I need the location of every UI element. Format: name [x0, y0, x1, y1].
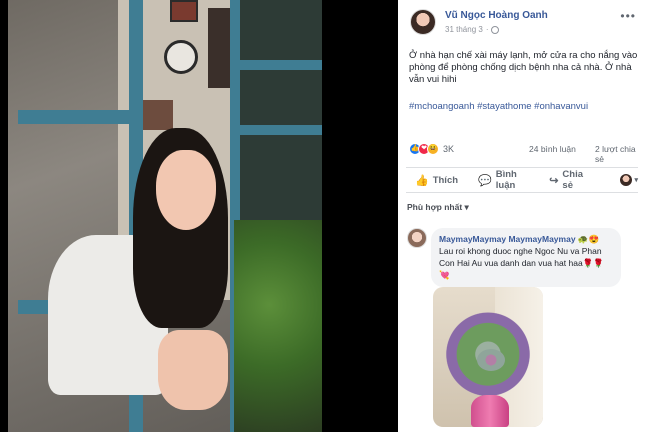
attachment-cabbage: [477, 349, 505, 371]
like-button[interactable]: 👍 Thích: [415, 174, 458, 187]
separator-dot: ·: [485, 25, 489, 34]
reaction-count: 3K: [443, 144, 455, 154]
share-button[interactable]: ↪ Chia sẻ: [549, 169, 592, 191]
post-hashtags[interactable]: #mchoangoanh #stayathome #onhavanvui: [409, 101, 588, 112]
comment-button[interactable]: 💬 Bình luận: [478, 169, 534, 191]
photo-plants: [234, 220, 322, 432]
commenter-avatar[interactable]: [407, 228, 427, 248]
comment-icon: 💬: [478, 174, 492, 187]
comment-count[interactable]: 24 bình luận: [529, 144, 576, 154]
haha-reaction-icon: 😆: [427, 143, 439, 155]
post-header: Vũ Ngọc Hoàng Oanh 31 tháng 3 · •••: [398, 0, 645, 40]
viewer-avatar: [620, 174, 633, 186]
like-label: Thích: [432, 174, 459, 186]
post-text: Ở nhà hạn chế xài máy lạnh, mở cửa ra ch…: [409, 50, 638, 85]
photo-wall-frame: [143, 100, 173, 130]
comment-photo-attachment[interactable]: [433, 287, 543, 427]
photo-wall-clock: [164, 40, 198, 74]
photo-arms: [158, 330, 228, 410]
commenter-emoji: 🐢😍: [575, 234, 600, 244]
post-meta: 31 tháng 3 ·: [445, 25, 500, 34]
comment-text: Lau roi khong duoc nghe Ngoc Nu va Phan …: [439, 246, 604, 280]
thumbs-up-icon: 👍: [415, 174, 429, 187]
comment-sort-dropdown[interactable]: Phù hợp nhất ▾: [407, 202, 469, 213]
reactions-summary[interactable]: 👍 ❤ 😆 3K: [409, 143, 454, 155]
photo-viewer: [0, 0, 398, 432]
author-avatar[interactable]: [410, 9, 436, 35]
photo-face: [156, 150, 216, 230]
globe-icon: [491, 25, 500, 34]
post-timestamp[interactable]: 31 tháng 3: [445, 25, 483, 34]
post-actions: 👍 Thích 💬 Bình luận ↪ Chia sẻ ▾: [406, 167, 638, 193]
post-side-panel: Vũ Ngọc Hoàng Oanh 31 tháng 3 · ••• Ở nh…: [398, 0, 645, 432]
post-stats: 👍 ❤ 😆 3K 24 bình luận 2 lượt chia sẻ: [409, 143, 637, 164]
comment-bubble: MaymayMaymay MaymayMaymay 🐢😍 Lau roi kho…: [431, 228, 621, 287]
share-count[interactable]: 2 lượt chia sẻ: [595, 144, 637, 164]
more-options-icon[interactable]: •••: [620, 9, 636, 23]
post-photo[interactable]: [8, 0, 322, 432]
share-icon: ↪: [549, 174, 559, 187]
post-as-selector[interactable]: ▾: [620, 174, 638, 186]
photo-wall-frame: [170, 0, 198, 22]
comment-label: Bình luận: [495, 169, 517, 191]
commenter-name[interactable]: MaymayMaymay MaymayMaymay: [439, 234, 576, 244]
attachment-vase: [471, 395, 509, 427]
caret-down-icon: ▾: [634, 177, 638, 184]
share-label: Chia sẻ: [562, 169, 584, 191]
author-name[interactable]: Vũ Ngọc Hoàng Oanh: [445, 10, 548, 21]
